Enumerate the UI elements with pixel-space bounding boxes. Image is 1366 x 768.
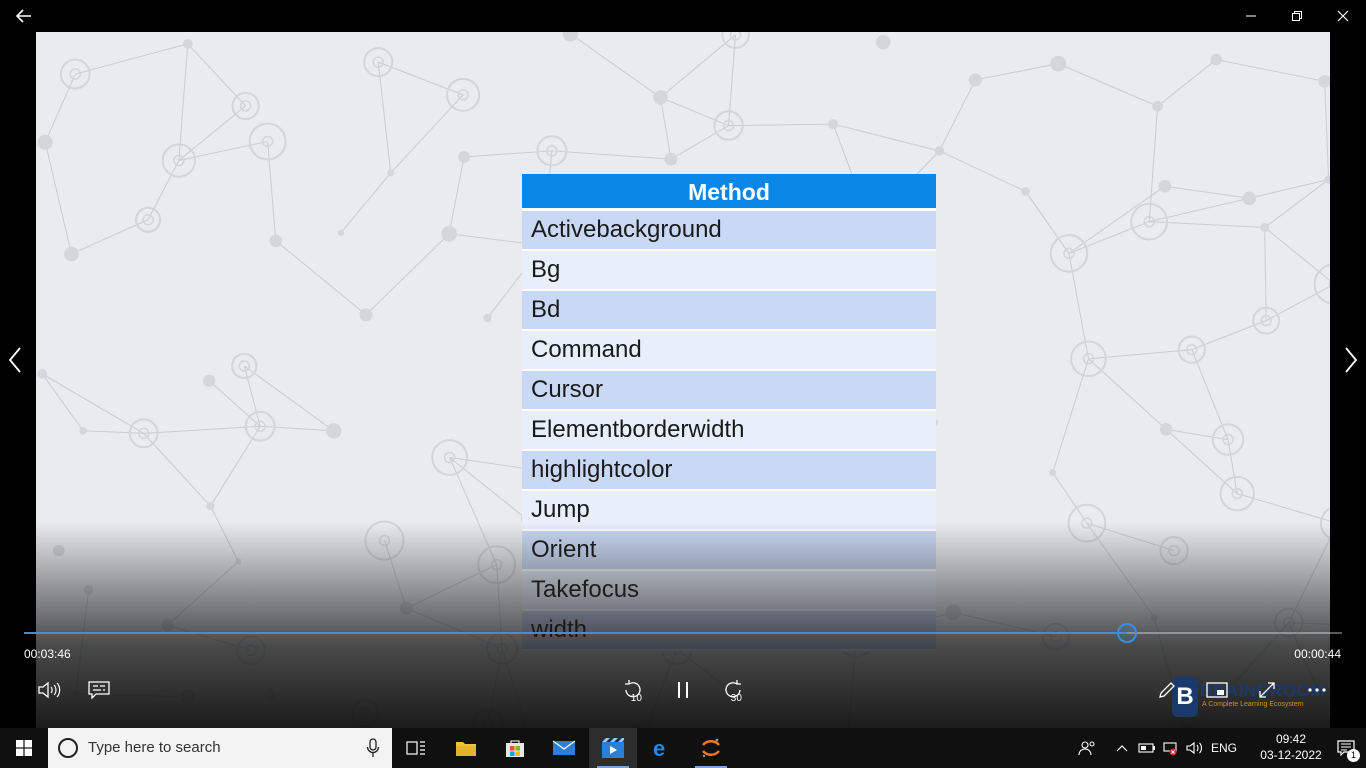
minimize-icon: [1246, 15, 1256, 17]
taskbar-mail[interactable]: [540, 728, 588, 768]
jupyter-icon: [702, 738, 720, 758]
seek-progress: [24, 632, 1128, 634]
show-hidden-icons-button[interactable]: [1112, 728, 1132, 768]
mail-icon: [552, 740, 576, 755]
taskbar-edge[interactable]: e: [638, 728, 686, 768]
task-view-button[interactable]: [392, 728, 440, 768]
volume-icon: [38, 681, 61, 699]
table-row: Bd: [522, 291, 936, 331]
skip-forward-seconds: 30: [730, 693, 742, 704]
table-row: Activebackground: [522, 211, 936, 251]
restore-button[interactable]: [1274, 0, 1320, 32]
pen-button[interactable]: [1153, 676, 1181, 704]
people-icon: [1078, 741, 1095, 756]
arrow-left-icon: [15, 9, 31, 23]
table-row: highlightcolor: [522, 451, 936, 491]
video-frame[interactable]: Method Activebackground Bg Bd Command Cursor…: [36, 32, 1330, 728]
braingroom-watermark: B BRAINGROOM A Complete Learning Ecosyst…: [1172, 677, 1324, 717]
battery-button[interactable]: [1136, 728, 1158, 768]
chevron-right-icon: [1345, 347, 1358, 373]
pen-icon: [1159, 682, 1175, 698]
chevron-left-icon: [8, 347, 21, 373]
captions-icon: [88, 681, 110, 699]
media-player-window: Method Activebackground Bg Bd Command Cursor…: [0, 0, 1366, 768]
clock-time: 09:42: [1275, 732, 1307, 746]
volume-button[interactable]: [35, 676, 63, 704]
taskbar-file-explorer[interactable]: [442, 728, 490, 768]
close-button[interactable]: [1320, 0, 1366, 32]
windows-logo-icon: [16, 740, 32, 756]
next-button[interactable]: [1336, 346, 1366, 382]
start-button[interactable]: [0, 728, 48, 768]
table-row: Command: [522, 331, 936, 371]
taskbar: Type here to search e ENG 09:42 03-12-20…: [0, 728, 1366, 768]
table-header: Method: [522, 174, 936, 211]
fullscreen-icon: [1259, 682, 1275, 698]
miniplayer-button[interactable]: [1203, 676, 1231, 704]
table-row: Bg: [522, 251, 936, 291]
pause-button[interactable]: [669, 676, 697, 704]
people-button[interactable]: [1075, 728, 1099, 768]
restore-icon: [1292, 11, 1302, 21]
skip-back-button[interactable]: 10: [619, 676, 647, 704]
elapsed-time: 00:03:46: [24, 647, 71, 661]
chevron-up-icon: [1116, 745, 1128, 752]
close-icon: [1337, 10, 1349, 22]
network-disconnected-icon: [1163, 742, 1177, 756]
fullscreen-button[interactable]: [1253, 676, 1281, 704]
input-language[interactable]: ENG: [1208, 728, 1240, 768]
taskbar-movies-tv[interactable]: [589, 728, 637, 768]
volume-tray-button[interactable]: [1184, 728, 1206, 768]
folder-icon: [456, 742, 476, 756]
seek-bar[interactable]: [24, 623, 1342, 643]
skip-back-seconds: 10: [630, 693, 642, 704]
table-row: Cursor: [522, 371, 936, 411]
taskbar-store[interactable]: [491, 728, 539, 768]
pause-icon: [678, 682, 688, 698]
window-controls: [1228, 0, 1366, 32]
network-button[interactable]: [1160, 728, 1182, 768]
cortana-icon: [58, 738, 78, 758]
action-center-button[interactable]: 1: [1326, 728, 1366, 768]
edge-icon: e: [653, 737, 665, 759]
miniplayer-icon: [1206, 682, 1228, 698]
title-bar: [0, 0, 1366, 32]
movies-tv-icon: [602, 738, 624, 758]
store-icon: [506, 740, 524, 757]
taskbar-app-orange[interactable]: [687, 728, 735, 768]
speaker-icon: [1186, 741, 1202, 755]
notification-count: 1: [1347, 749, 1360, 762]
clock-date: 03-12-2022: [1260, 748, 1322, 762]
search-placeholder: Type here to search: [88, 739, 221, 756]
back-strip: [0, 0, 48, 32]
more-icon: [1308, 688, 1326, 692]
battery-icon: [1138, 743, 1155, 753]
svg-text:e: e: [653, 737, 665, 759]
taskbar-search-box[interactable]: Type here to search: [48, 728, 392, 768]
table-row: Elementborderwidth: [522, 411, 936, 451]
captions-button[interactable]: [85, 676, 113, 704]
skip-forward-button[interactable]: 30: [719, 676, 747, 704]
minimize-button[interactable]: [1228, 0, 1274, 32]
remaining-time: 00:00:44: [1294, 647, 1341, 661]
taskbar-clock[interactable]: 09:42 03-12-2022: [1256, 731, 1326, 765]
previous-button[interactable]: [0, 346, 30, 382]
more-options-button[interactable]: [1303, 676, 1331, 704]
microphone-icon[interactable]: [366, 738, 380, 758]
back-button[interactable]: [8, 4, 40, 28]
task-view-icon: [406, 741, 425, 755]
